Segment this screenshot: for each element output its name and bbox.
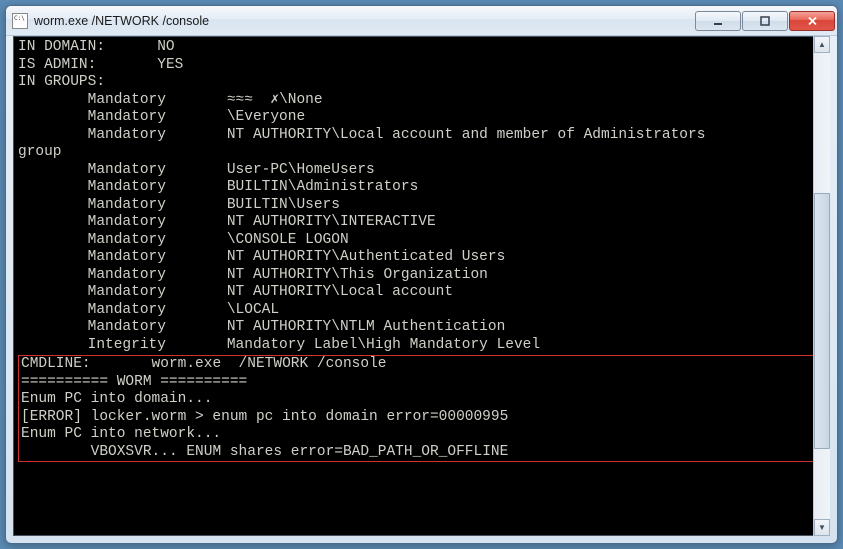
in-domain-value: NO <box>157 39 174 55</box>
minimize-button[interactable] <box>695 11 741 31</box>
close-button[interactable] <box>789 11 835 31</box>
cmdline-value: worm.exe /NETWORK /console <box>152 356 387 372</box>
cmdline-label: CMDLINE: <box>21 356 91 372</box>
highlighted-worm-output: CMDLINE: worm.exe /NETWORK /console ====… <box>18 355 825 462</box>
titlebar[interactable]: worm.exe /NETWORK /console <box>6 6 837 36</box>
scroll-track[interactable] <box>814 53 830 519</box>
console-output: IN DOMAIN: NO IS ADMIN: YES IN GROUPS: M… <box>13 36 830 536</box>
vboxsvr-line: VBOXSVR... ENUM shares error=BAD_PATH_OR… <box>91 444 509 460</box>
in-groups-label: IN GROUPS: <box>18 74 105 90</box>
enum-domain-line: Enum PC into domain... <box>21 391 212 407</box>
worm-separator: ========== WORM ========== <box>21 374 247 390</box>
application-window: worm.exe /NETWORK /console IN DOMAIN: NO… <box>5 5 838 544</box>
vertical-scrollbar[interactable]: ▲ ▼ <box>813 36 830 536</box>
window-controls <box>695 11 835 31</box>
maximize-button[interactable] <box>742 11 788 31</box>
group-wrap-text: group <box>18 144 62 160</box>
window-title: worm.exe /NETWORK /console <box>34 14 695 28</box>
scroll-down-button[interactable]: ▼ <box>814 519 830 536</box>
is-admin-value: YES <box>157 57 183 73</box>
scroll-thumb[interactable] <box>814 193 830 449</box>
is-admin-label: IS ADMIN: <box>18 57 96 73</box>
enum-network-line: Enum PC into network... <box>21 426 221 442</box>
scroll-up-button[interactable]: ▲ <box>814 36 830 53</box>
console-icon <box>12 13 28 29</box>
in-domain-label: IN DOMAIN: <box>18 39 105 55</box>
error-line: [ERROR] locker.worm > enum pc into domai… <box>21 409 508 425</box>
